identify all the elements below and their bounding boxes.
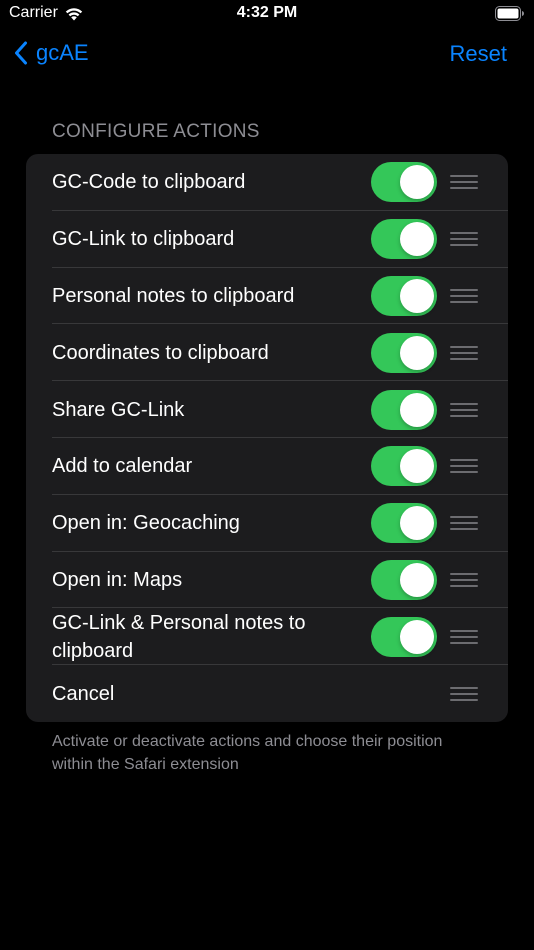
action-row: Personal notes to clipboard [26, 268, 508, 325]
toggle-knob [400, 392, 434, 427]
drag-handle-icon[interactable] [450, 402, 480, 417]
back-button[interactable]: gcAE [14, 40, 89, 66]
drag-handle-icon[interactable] [450, 629, 480, 644]
action-row: Open in: Geocaching [26, 495, 508, 552]
action-label: Open in: Geocaching [52, 512, 240, 535]
toggle-knob [400, 506, 434, 541]
action-row: Share GC-Link [26, 381, 508, 438]
action-toggle[interactable] [371, 616, 437, 657]
footer-description: Activate or deactivate actions and choos… [52, 733, 443, 773]
action-row: GC-Link & Personal notes to clipboard [26, 608, 508, 665]
actions-list: GC-Code to clipboard GC-Link to clipboar… [26, 154, 508, 722]
action-label: Personal notes to clipboard [52, 284, 295, 307]
toggle-knob [400, 222, 434, 257]
action-toggle[interactable] [371, 503, 437, 544]
action-label: GC-Code to clipboard [52, 171, 246, 194]
status-bar: Carrier 4:32 PM [0, 0, 534, 30]
action-label: Share GC-Link [52, 398, 185, 421]
drag-handle-icon[interactable] [450, 459, 480, 474]
toggle-knob [400, 619, 434, 654]
toggle-knob [400, 165, 434, 200]
action-label: Add to calendar [52, 455, 193, 478]
battery-icon [495, 6, 524, 21]
action-toggle[interactable] [371, 219, 437, 260]
action-label: GC-Link & Personal notes to clipboard [52, 611, 306, 662]
toggle-knob [400, 562, 434, 597]
action-toggle[interactable] [371, 446, 437, 487]
drag-handle-icon[interactable] [450, 572, 480, 587]
action-row: Add to calendar [26, 438, 508, 495]
drag-handle-icon[interactable] [450, 345, 480, 360]
action-label: GC-Link to clipboard [52, 228, 235, 251]
toggle-knob [400, 278, 434, 313]
action-toggle[interactable] [371, 389, 437, 430]
action-row: Open in: Maps [26, 552, 508, 609]
action-label: Coordinates to clipboard [52, 341, 269, 364]
toggle-knob [400, 449, 434, 484]
chevron-left-icon [15, 41, 27, 65]
drag-handle-icon[interactable] [450, 516, 480, 531]
action-row: GC-Code to clipboard [26, 154, 508, 211]
back-button-label: gcAE [36, 40, 89, 65]
action-row: GC-Link to clipboard [26, 211, 508, 268]
action-toggle[interactable] [371, 559, 437, 600]
action-row: Coordinates to clipboard [26, 324, 508, 381]
drag-handle-icon[interactable] [450, 686, 480, 701]
drag-handle-icon[interactable] [450, 175, 480, 190]
drag-handle-icon[interactable] [450, 232, 480, 247]
action-row: Cancel [26, 665, 508, 722]
navigation-bar: gcAE Reset [0, 30, 534, 80]
action-toggle[interactable] [371, 162, 437, 203]
action-label: Open in: Maps [52, 568, 183, 591]
reset-button[interactable]: Reset [450, 41, 507, 67]
action-toggle[interactable] [371, 332, 437, 373]
status-time: 4:32 PM [236, 4, 298, 21]
section-header: CONFIGURE ACTIONS [52, 121, 260, 142]
action-toggle[interactable] [371, 275, 437, 316]
toggle-knob [400, 335, 434, 370]
action-label: Cancel [52, 682, 115, 705]
drag-handle-icon[interactable] [450, 288, 480, 303]
